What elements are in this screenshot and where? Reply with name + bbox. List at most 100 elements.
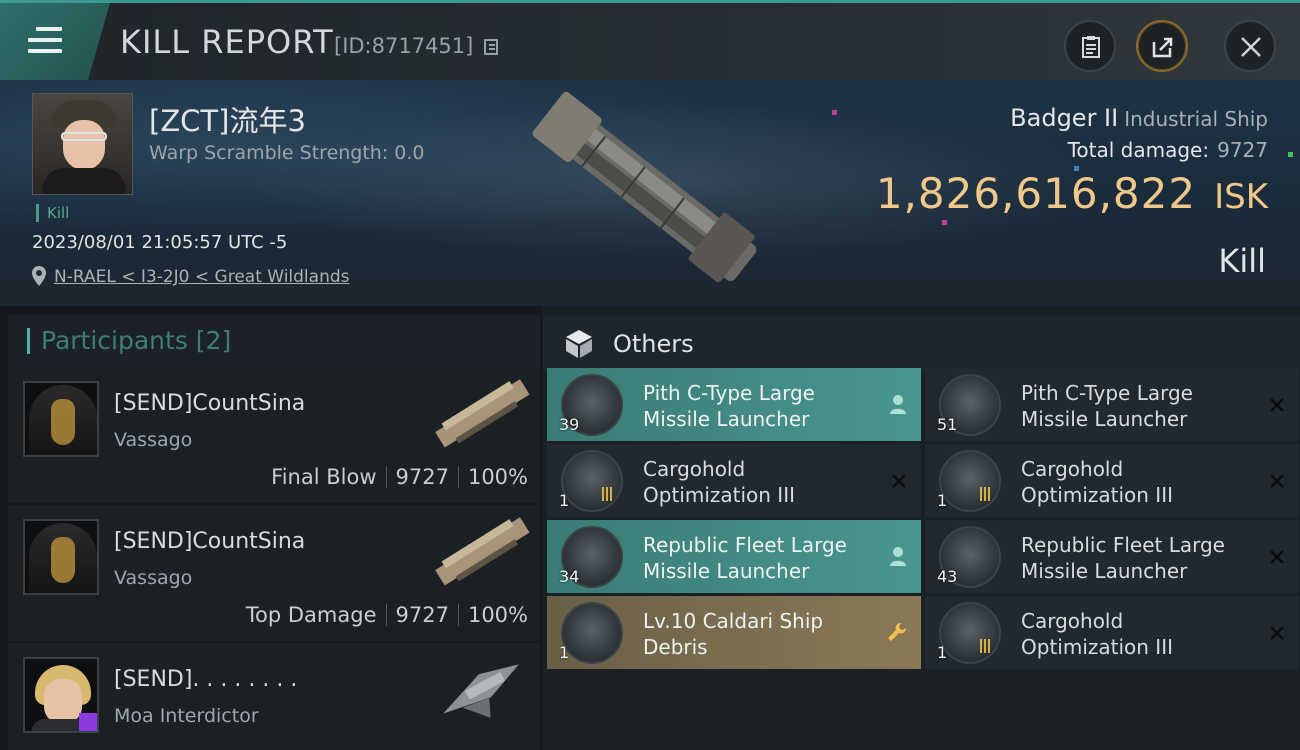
item-name: Pith C-Type Large Missile Launcher <box>643 381 815 431</box>
participants-panel: Participants [2] [SEND]CountSina Vassago… <box>0 306 543 750</box>
participant-name: [SEND]CountSina <box>114 391 306 416</box>
item-quantity: 39 <box>559 415 580 434</box>
participant-percent: 100% <box>467 465 528 489</box>
item-name: Cargohold Optimization III <box>1021 457 1173 507</box>
item-name: Cargohold Optimization III <box>1021 609 1173 659</box>
participant-ship: Vassago <box>114 567 193 589</box>
debris-icon <box>561 602 623 664</box>
clipboard-button[interactable] <box>1064 20 1116 72</box>
cargohold-rig-icon <box>939 602 1001 664</box>
participants-title: Participants [2] <box>41 326 232 355</box>
tier-icon <box>980 486 992 501</box>
participant-avatar <box>23 381 99 457</box>
item-quantity: 43 <box>937 567 958 586</box>
participant-ship-image <box>435 379 530 448</box>
participant-percent: 100% <box>467 603 528 627</box>
participant-damage: 9727 <box>395 465 449 489</box>
participant-name: [SEND]. . . . . . . . <box>114 667 298 692</box>
item-card[interactable]: 1 Cargohold Optimization III <box>925 596 1299 669</box>
copy-icon[interactable] <box>484 39 498 55</box>
badge-icon <box>79 713 97 731</box>
participant-ship: Vassago <box>114 429 193 451</box>
clipboard-icon <box>1082 36 1100 58</box>
participant-name: [SEND]CountSina <box>114 529 306 554</box>
item-card[interactable]: 1 Cargohold Optimization III <box>547 444 921 517</box>
participant-ship: Moa Interdictor <box>114 705 259 727</box>
others-title: Others <box>613 330 694 358</box>
item-name: Cargohold Optimization III <box>643 457 795 507</box>
kill-datetime: 2023/08/01 21:05:57 UTC -5 <box>32 232 288 253</box>
star-dot <box>1288 152 1293 157</box>
item-card[interactable]: 34 Republic Fleet Large Missile Launcher <box>547 520 921 593</box>
participant-ship-image <box>443 664 519 718</box>
item-card[interactable]: 1 Cargohold Optimization III <box>925 444 1299 517</box>
location-link[interactable]: N-RAEL < I3-2J0 < Great Wildlands <box>54 267 350 287</box>
cube-icon <box>566 330 592 358</box>
wrench-icon <box>888 622 907 641</box>
others-header: Others <box>543 316 1300 372</box>
participant-row[interactable]: [SEND]CountSina Vassago Top Damage 9727 10… <box>8 505 540 641</box>
participant-row[interactable]: [SEND]CountSina Vassago Final Blow 9727 10… <box>8 367 540 503</box>
item-card[interactable]: 43 Republic Fleet Large Missile Launcher <box>925 520 1299 593</box>
ship-class: Industrial Ship <box>1124 107 1268 131</box>
participant-stats: Final Blow 9727 100% <box>271 465 528 489</box>
x-icon <box>1270 474 1284 488</box>
top-bar: KILL REPORT [ID:8717451] <box>0 0 1300 80</box>
menu-button[interactable] <box>0 3 110 80</box>
total-damage: Total damage: 9727 <box>1068 138 1268 162</box>
isk-total: 1,826,616,822 ISK <box>876 169 1268 218</box>
close-icon <box>1241 37 1261 57</box>
item-quantity: 34 <box>559 567 580 586</box>
participant-avatar <box>23 519 99 595</box>
victim-ship-image <box>532 91 757 283</box>
share-icon <box>1152 37 1173 58</box>
cargohold-rig-icon <box>561 450 623 512</box>
participant-row[interactable]: [SEND]. . . . . . . . Moa Interdictor <box>8 643 540 750</box>
participant-avatar <box>23 657 99 733</box>
x-icon <box>1270 626 1284 640</box>
participant-damage: 9727 <box>395 603 449 627</box>
participant-role: Top Damage <box>245 603 377 627</box>
page-title: KILL REPORT <box>120 23 334 61</box>
item-card[interactable]: 39 Pith C-Type Large Missile Launcher <box>547 368 921 441</box>
share-button[interactable] <box>1136 20 1188 72</box>
item-quantity: 1 <box>937 491 948 510</box>
item-name: Lv.10 Caldari Ship Debris <box>643 609 824 659</box>
person-icon <box>890 395 906 414</box>
location-pin-icon <box>32 266 46 286</box>
tier-icon <box>602 486 614 501</box>
participants-header: Participants [2] <box>8 315 540 367</box>
item-card[interactable]: 1 Lv.10 Caldari Ship Debris <box>547 596 921 669</box>
others-panel: Others 39 Pith C-Type Large Missile Launc… <box>543 306 1300 750</box>
cargohold-rig-icon <box>939 450 1001 512</box>
item-name: Republic Fleet Large Missile Launcher <box>1021 533 1225 583</box>
item-card[interactable]: 51 Pith C-Type Large Missile Launcher <box>925 368 1299 441</box>
victim-avatar[interactable] <box>32 93 133 195</box>
item-quantity: 1 <box>559 643 570 662</box>
kill-tag: Kill <box>36 204 69 222</box>
damage-value: 9727 <box>1217 138 1268 162</box>
report-id: [ID:8717451] <box>334 34 474 58</box>
tier-icon <box>980 638 992 653</box>
item-quantity: 1 <box>559 491 570 510</box>
star-dot <box>942 220 947 225</box>
x-icon <box>1270 550 1284 564</box>
damage-label: Total damage: <box>1067 138 1210 162</box>
item-name: Pith C-Type Large Missile Launcher <box>1021 381 1193 431</box>
isk-value: 1,826,616,822 <box>875 169 1197 218</box>
x-icon <box>892 474 906 488</box>
item-name: Republic Fleet Large Missile Launcher <box>643 533 847 583</box>
ship-name: Badger II <box>1010 104 1119 132</box>
victim-ship: Badger II Industrial Ship <box>1010 104 1268 132</box>
star-dot <box>832 110 837 115</box>
participant-ship-image <box>435 517 530 586</box>
victim-name[interactable]: [ZCT]流年3 <box>149 98 306 140</box>
warp-scramble-strength: Warp Scramble Strength: 0.0 <box>149 142 425 164</box>
close-button[interactable] <box>1224 20 1276 72</box>
item-quantity: 51 <box>937 415 958 434</box>
hamburger-icon <box>28 27 62 53</box>
result-label: Kill <box>1218 242 1266 280</box>
participant-role: Final Blow <box>271 465 377 489</box>
isk-unit: ISK <box>1214 177 1268 217</box>
item-quantity: 1 <box>937 643 948 662</box>
